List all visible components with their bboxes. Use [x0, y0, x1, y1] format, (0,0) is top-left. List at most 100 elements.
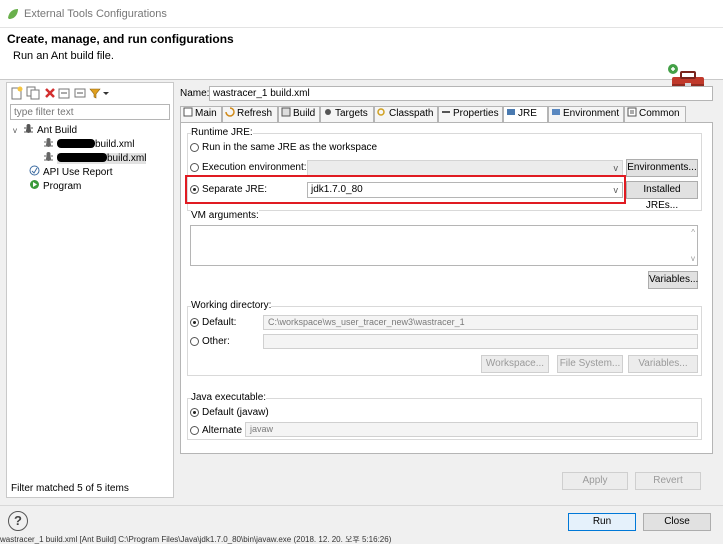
- tree-item-program[interactable]: Program: [29, 179, 81, 192]
- eclipse-leaf-icon: [8, 9, 18, 19]
- environment-icon: [552, 109, 560, 115]
- tab-label: Properties: [453, 108, 499, 119]
- footer-divider: [0, 505, 723, 506]
- tree-item-build-xml-1[interactable]: build.xml: [43, 137, 134, 150]
- filter-input[interactable]: [10, 104, 170, 120]
- exec-env-select[interactable]: v: [307, 160, 623, 176]
- help-icon[interactable]: ?: [8, 511, 28, 531]
- duplicate-icon[interactable]: [26, 86, 40, 100]
- tree-item-label: Program: [43, 181, 82, 192]
- environments-button[interactable]: Environments...: [626, 159, 698, 177]
- status-bar: wastracer_1 build.xml [Ant Build] C:\Pro…: [0, 536, 392, 544]
- targets-icon: [325, 109, 331, 115]
- tab-properties[interactable]: Properties: [438, 106, 503, 122]
- config-editor-pane: Name: Main Refresh Build Targets Classpa…: [176, 82, 717, 498]
- tab-label: Targets: [335, 108, 368, 119]
- delete-icon[interactable]: [43, 86, 57, 100]
- vm-arguments-textarea[interactable]: ^ v: [190, 225, 698, 266]
- jre-icon: [507, 109, 515, 115]
- tree-item-ant-build[interactable]: v Ant Build: [13, 123, 77, 136]
- highlight-annotation-box: [185, 175, 626, 204]
- tree-item-label: build.xml: [95, 139, 135, 150]
- working-dir-label: Working directory:: [191, 300, 272, 311]
- tab-label: Refresh: [237, 108, 273, 119]
- filter-config-icon[interactable]: [88, 86, 102, 100]
- radio-default-dir[interactable]: [190, 318, 199, 327]
- tab-common[interactable]: Common: [624, 106, 686, 122]
- vm-arguments-label: VM arguments:: [191, 210, 259, 221]
- config-list-pane: v Ant Build build.xml build.xml API Use R…: [6, 82, 174, 498]
- workspace-button[interactable]: Workspace...: [481, 355, 549, 373]
- api-report-icon: [29, 165, 40, 176]
- tab-jre[interactable]: JRE: [503, 106, 548, 123]
- tab-label: Main: [195, 108, 217, 119]
- header-banner: Create, manage, and run configurations R…: [0, 28, 723, 97]
- runtime-jre-label: Runtime JRE:: [191, 127, 253, 138]
- main-tab-icon: [183, 107, 193, 117]
- refresh-icon: [225, 107, 235, 117]
- properties-icon: [442, 111, 450, 113]
- common-icon: [627, 107, 637, 117]
- radio-alternate-label: Alternate: [202, 425, 243, 436]
- tab-label: Common: [639, 108, 680, 119]
- java-exec-label: Java executable:: [191, 392, 267, 403]
- radio-default-dir-label: Default:: [202, 317, 237, 328]
- file-system-button[interactable]: File System...: [557, 355, 623, 373]
- tab-build[interactable]: Build: [278, 106, 320, 122]
- radio-other-dir-label: Other:: [202, 336, 230, 347]
- jre-tab-panel: Runtime JRE: Run in the same JRE as the …: [180, 122, 713, 454]
- working-dir-variables-button[interactable]: Variables...: [628, 355, 698, 373]
- tab-main[interactable]: Main: [180, 106, 222, 122]
- tab-label: Environment: [563, 108, 620, 119]
- tree-item-api-use-report[interactable]: API Use Report: [29, 165, 112, 178]
- filter-icon[interactable]: [57, 86, 71, 100]
- ant-file-icon: [44, 138, 53, 147]
- tree-item-label: build.xml: [107, 153, 147, 164]
- tab-label: Build: [293, 108, 316, 119]
- chevron-down-icon[interactable]: v: [13, 124, 23, 137]
- filter-status: Filter matched 5 of 5 items: [11, 483, 129, 494]
- scroll-up-icon[interactable]: ^: [691, 228, 695, 237]
- name-label: Name:: [180, 88, 210, 99]
- ant-icon: [24, 124, 33, 133]
- program-icon: [30, 180, 39, 189]
- tab-refresh[interactable]: Refresh: [222, 106, 278, 122]
- banner-subtitle: Run an Ant build file.: [13, 50, 114, 62]
- radio-same-jre-label: Run in the same JRE as the workspace: [202, 142, 378, 153]
- run-button[interactable]: Run: [568, 513, 636, 531]
- build-icon: [281, 107, 291, 117]
- apply-button[interactable]: Apply: [562, 472, 628, 490]
- close-button[interactable]: Close: [643, 513, 711, 531]
- tab-label: Classpath: [389, 108, 434, 119]
- window-title: External Tools Configurations: [24, 8, 167, 20]
- radio-alternate[interactable]: [190, 426, 199, 435]
- tree-item-label: API Use Report: [43, 167, 113, 178]
- radio-same-jre[interactable]: [190, 143, 199, 152]
- alternate-exec-field[interactable]: javaw: [245, 422, 698, 437]
- tab-classpath[interactable]: Classpath: [374, 106, 438, 122]
- chevron-down-icon: v: [613, 163, 619, 173]
- tab-environment[interactable]: Environment: [548, 106, 624, 122]
- revert-button[interactable]: Revert: [635, 472, 701, 490]
- radio-other-dir[interactable]: [190, 337, 199, 346]
- radio-exec-env[interactable]: [190, 163, 199, 172]
- collapse-all-icon[interactable]: [73, 86, 87, 100]
- radio-default-javaw-label: Default (javaw): [202, 407, 269, 418]
- redacted-scribble: [57, 139, 95, 148]
- other-dir-field[interactable]: [263, 334, 698, 349]
- classpath-icon: [377, 108, 385, 116]
- dropdown-arrow-icon[interactable]: [102, 86, 110, 100]
- selected-row-highlight: build.xml: [57, 153, 147, 164]
- installed-jres-button[interactable]: Installed JREs...: [626, 181, 698, 211]
- ant-file-icon: [44, 152, 53, 161]
- scroll-down-icon[interactable]: v: [691, 254, 695, 263]
- redacted-scribble: [57, 153, 107, 162]
- tab-targets[interactable]: Targets: [320, 106, 374, 122]
- radio-default-javaw[interactable]: [190, 408, 199, 417]
- vm-variables-button[interactable]: Variables...: [648, 271, 698, 289]
- default-dir-field: C:\workspace\ws_user_tracer_new3\wastrac…: [263, 315, 698, 330]
- tree-item-build-xml-2[interactable]: build.xml: [43, 151, 147, 164]
- tab-label: JRE: [518, 108, 537, 119]
- new-config-icon[interactable]: [10, 86, 24, 100]
- name-field[interactable]: [209, 86, 713, 101]
